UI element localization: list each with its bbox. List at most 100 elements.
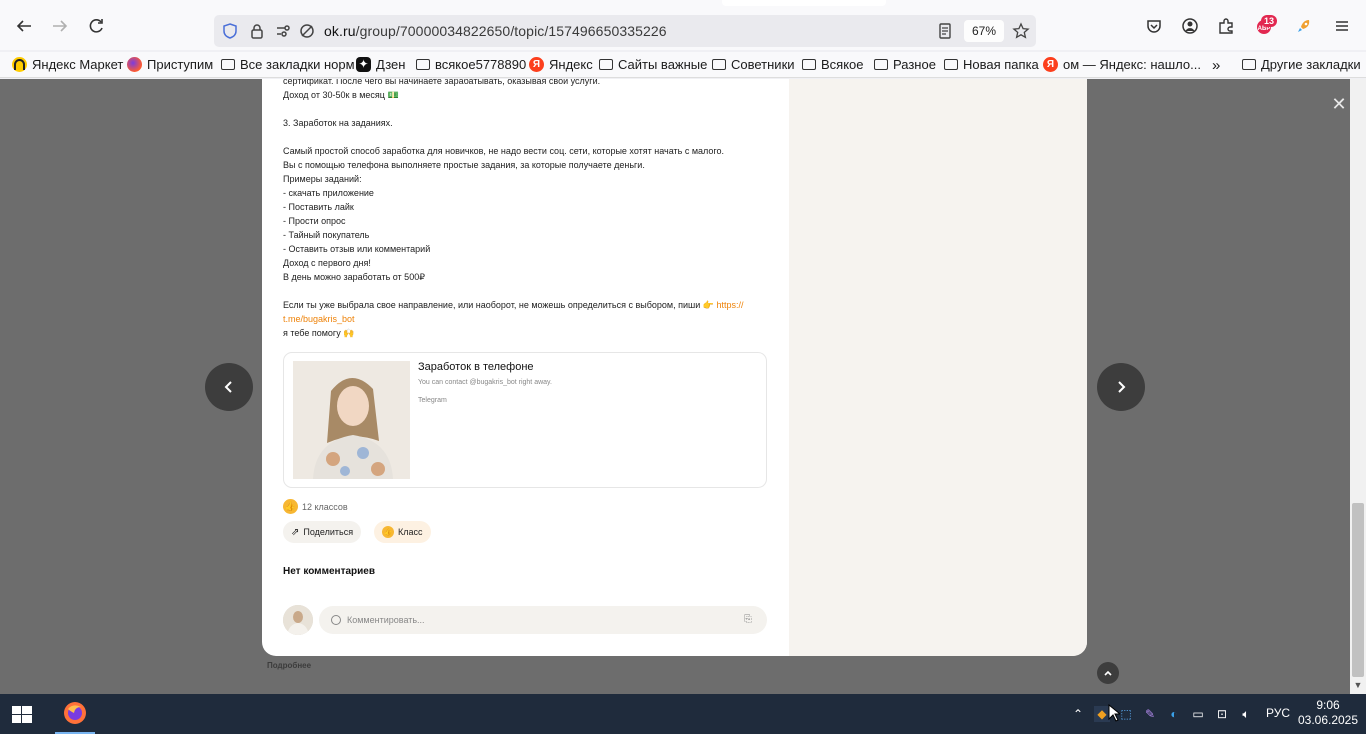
post-line <box>283 130 767 144</box>
language-indicator[interactable]: РУС <box>1266 706 1290 720</box>
bookmark-dzen[interactable]: ✦ Дзен <box>356 57 405 72</box>
post-line: Доход от 30-50к в месяц 💵 <box>283 90 399 100</box>
taskbar-firefox-button[interactable] <box>55 694 95 734</box>
yandex-icon: Я <box>1043 57 1058 72</box>
address-bar[interactable]: ok.ru/group/70000034822650/topic/1574966… <box>214 15 1036 47</box>
bookmark-label: Другие закладки <box>1261 57 1361 72</box>
pocket-button[interactable] <box>1142 14 1166 38</box>
folder-icon <box>221 59 235 70</box>
url-text[interactable]: ok.ru/group/70000034822650/topic/1574966… <box>324 23 667 39</box>
volume-icon[interactable]: 🔈︎ <box>1238 706 1254 722</box>
comment-placeholder: Комментировать... <box>347 615 425 625</box>
shield-icon[interactable] <box>221 22 239 40</box>
tray-expand-icon[interactable]: ⌃ <box>1070 706 1086 722</box>
bookmark-pristupim[interactable]: Приступим <box>127 57 213 72</box>
bookmark-folder-various[interactable]: Разное <box>874 57 936 72</box>
scroll-down-arrow-icon[interactable]: ▼ <box>1352 680 1364 692</box>
bookmark-folder-advisors[interactable]: Советники <box>712 57 795 72</box>
bookmarks-overflow-button[interactable]: » <box>1212 57 1220 74</box>
emoji-icon[interactable] <box>331 615 341 625</box>
link-preview-image[interactable] <box>293 361 410 479</box>
attachment-icon[interactable]: ⎘ <box>744 614 754 626</box>
account-button[interactable] <box>1178 14 1202 38</box>
reload-button[interactable] <box>84 14 108 38</box>
back-button[interactable] <box>12 14 36 38</box>
scroll-to-top-button[interactable] <box>1097 662 1119 684</box>
bookmark-folder-misc[interactable]: Всякое <box>802 57 864 72</box>
post-line: сертификат. После чего вы начинаете зара… <box>283 79 601 86</box>
bookmark-yandex-market[interactable]: Яндекс Маркет <box>12 57 123 72</box>
battery-icon[interactable]: ▭ <box>1190 706 1206 722</box>
share-button[interactable]: ⇗ Поделиться <box>283 521 362 543</box>
post-cta-line: Если ты уже выбрала свое направление, ил… <box>283 298 767 312</box>
menu-button[interactable] <box>1330 14 1354 38</box>
comment-input[interactable]: Комментировать... ⎘ <box>319 606 767 634</box>
share-arrow-icon: ⇗ <box>291 526 300 538</box>
yandex-icon: Я <box>529 57 544 72</box>
link-preview-card[interactable]: Заработок в телефоне You can contact @bu… <box>283 352 767 488</box>
puzzle-icon <box>1219 18 1233 34</box>
arrow-left-icon <box>16 20 31 32</box>
post-cta-line: t.me/bugakris_bot <box>283 312 767 326</box>
bookmark-folder-other[interactable]: Другие закладки <box>1242 57 1361 72</box>
bookmark-star-icon[interactable] <box>1012 22 1030 40</box>
bookmark-label: Яндекс <box>549 57 593 72</box>
tracking-blocked-icon[interactable] <box>298 22 316 40</box>
post-line: - Тайный покупатель <box>283 230 370 240</box>
system-clock[interactable]: 9:06 03.06.2025 <box>1297 698 1359 728</box>
bookmark-label: Новая папка <box>963 57 1039 72</box>
clock-time: 9:06 <box>1316 698 1340 712</box>
firefox-icon <box>64 702 86 724</box>
arrow-right-icon <box>53 20 68 32</box>
network-icon[interactable]: ⊡ <box>1214 706 1230 722</box>
zoom-level-button[interactable]: 67% <box>964 20 1004 42</box>
rocket-extension-button[interactable] <box>1292 14 1316 38</box>
folder-icon <box>802 59 816 70</box>
pen-icon[interactable]: ✎ <box>1142 706 1158 722</box>
screenshot-tool-icon[interactable]: ⬚ <box>1118 706 1134 722</box>
dzen-icon: ✦ <box>356 57 371 72</box>
like-button[interactable]: 👍 Класс <box>374 521 431 543</box>
bookmark-folder-all[interactable]: Все закладки норм <box>221 57 355 72</box>
network-app-icon[interactable]: ◐ <box>1166 706 1182 722</box>
next-post-button[interactable] <box>1097 363 1145 411</box>
telegram-bot-link[interactable]: t.me/bugakris_bot <box>283 314 355 324</box>
chevron-left-icon <box>224 381 232 393</box>
chevron-up-icon <box>1104 670 1112 676</box>
bookmark-folder-vsyakoe5778890[interactable]: всякое5778890 <box>416 57 526 72</box>
reader-view-icon[interactable] <box>936 22 954 40</box>
no-comments-heading: Нет комментариев <box>283 566 375 577</box>
close-icon: ✕ <box>1331 94 1347 114</box>
reactions-summary[interactable]: 👍 12 классов <box>283 499 348 514</box>
yandex-market-icon <box>12 57 27 72</box>
bookmark-label: Советники <box>731 57 795 72</box>
url-path: /group/70000034822650/topic/157496650335… <box>355 23 667 39</box>
link-preview-title[interactable]: Заработок в телефоне <box>418 361 534 373</box>
previous-post-button[interactable] <box>205 363 253 411</box>
bookmark-folder-new[interactable]: Новая папка <box>944 57 1039 72</box>
scrollbar-thumb[interactable] <box>1352 503 1364 677</box>
extensions-button[interactable] <box>1214 14 1238 38</box>
firefox-icon <box>127 57 142 72</box>
forward-button[interactable] <box>48 14 72 38</box>
post-line: Доход с первого дня! <box>283 258 371 268</box>
bookmark-folder-sites[interactable]: Сайты важные <box>599 57 707 72</box>
lock-icon[interactable] <box>248 22 266 40</box>
post-line: Примеры заданий: <box>283 174 362 184</box>
chevron-double-right-icon: » <box>1212 57 1221 74</box>
woman-photo-icon <box>293 361 410 479</box>
bookmark-yandex[interactable]: Я Яндекс <box>529 57 593 72</box>
windows-start-icon[interactable] <box>12 706 32 723</box>
avatar[interactable] <box>283 605 313 635</box>
folder-icon <box>1242 59 1256 70</box>
permissions-icon[interactable] <box>274 22 292 40</box>
folder-icon <box>874 59 888 70</box>
bookmark-yandex-search[interactable]: Я ом — Яндекс: нашло... <box>1043 57 1201 72</box>
link-preview-description: You can contact @bugakris_bot right away… <box>418 379 552 386</box>
bookmark-label: Сайты важные <box>618 57 708 72</box>
close-modal-button[interactable]: ✕ <box>1331 94 1347 114</box>
pocket-icon <box>1147 20 1161 33</box>
more-link[interactable]: Подробнее <box>267 661 311 670</box>
folder-icon <box>944 59 958 70</box>
telegram-bot-link[interactable]: https:// <box>716 300 743 310</box>
